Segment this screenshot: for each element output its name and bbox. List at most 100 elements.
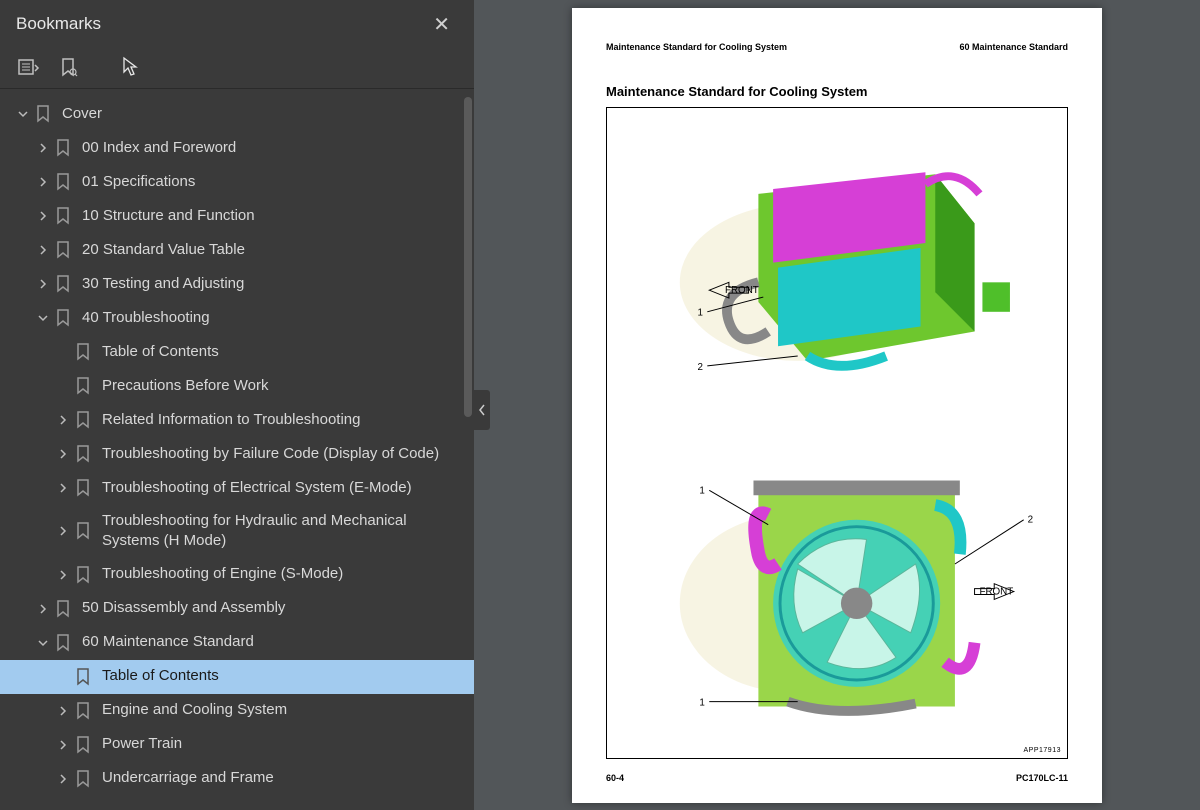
chevron-right-icon[interactable] (54, 774, 72, 784)
chevron-right-icon[interactable] (54, 740, 72, 750)
page-footer: 60-4 PC170LC-11 (606, 773, 1068, 783)
tree-row[interactable]: 30 Testing and Adjusting (0, 267, 474, 301)
tree-label: Table of Contents (102, 342, 464, 362)
bookmark-icon (72, 566, 94, 584)
bookmark-icon (52, 600, 74, 618)
bookmark-icon (52, 309, 74, 327)
tree-row[interactable]: 60 Maintenance Standard (0, 626, 474, 660)
pdf-page: Maintenance Standard for Cooling System … (572, 8, 1102, 803)
figure-top: FRONT 1 2 (611, 112, 1063, 433)
chevron-right-icon[interactable] (54, 415, 72, 425)
chevron-right-icon[interactable] (54, 483, 72, 493)
chevron-down-icon[interactable] (14, 109, 32, 119)
chevron-right-icon[interactable] (34, 604, 52, 614)
bookmark-icon (72, 522, 94, 540)
tree-row[interactable]: 01 Specifications (0, 165, 474, 199)
tree-label: Undercarriage and Frame (102, 768, 464, 788)
bookmark-icon (52, 207, 74, 225)
tree-label: 30 Testing and Adjusting (82, 274, 464, 294)
chevron-right-icon[interactable] (54, 449, 72, 459)
bookmark-icon (72, 736, 94, 754)
svg-text:2: 2 (697, 362, 702, 373)
tree-label: 01 Specifications (82, 172, 464, 192)
bookmark-icon (72, 377, 94, 395)
svg-text:FRONT: FRONT (979, 586, 1013, 597)
scrollbar-thumb[interactable] (464, 97, 472, 417)
footer-right: PC170LC-11 (1016, 773, 1068, 783)
chevron-down-icon[interactable] (34, 638, 52, 648)
tree-label: 60 Maintenance Standard (82, 632, 464, 652)
tree-row[interactable]: Table of Contents (0, 660, 474, 694)
collapse-panel-icon[interactable] (474, 390, 490, 430)
bookmark-icon (72, 770, 94, 788)
footer-left: 60-4 (606, 773, 624, 783)
chevron-down-icon[interactable] (34, 313, 52, 323)
tree-label: Related Information to Troubleshooting (102, 410, 464, 430)
tree-row[interactable]: Troubleshooting for Hydraulic and Mechan… (0, 505, 474, 558)
bookmark-icon (72, 445, 94, 463)
header-left: Maintenance Standard for Cooling System (606, 42, 787, 52)
tree-row[interactable]: Power Train (0, 728, 474, 762)
bookmarks-title: Bookmarks (16, 14, 101, 34)
bookmark-icon (52, 173, 74, 191)
tree-row-cover[interactable]: Cover (0, 97, 474, 131)
figure-container: FRONT 1 2 (606, 107, 1068, 759)
chevron-right-icon[interactable] (54, 570, 72, 580)
bookmark-icon (52, 241, 74, 259)
tree-label: Cover (62, 104, 464, 124)
tree-row[interactable]: Undercarriage and Frame (0, 762, 474, 796)
tree-label: 40 Troubleshooting (82, 308, 464, 328)
bookmark-icon (72, 343, 94, 361)
tree-label: Troubleshooting for Hydraulic and Mechan… (102, 511, 464, 552)
bookmark-icon (72, 702, 94, 720)
tree-row[interactable]: Related Information to Troubleshooting (0, 403, 474, 437)
tree-label: Precautions Before Work (102, 376, 464, 396)
bookmarks-tree[interactable]: Cover 00 Index and Foreword 01 Specificat… (0, 89, 474, 810)
tree-row[interactable]: 10 Structure and Function (0, 199, 474, 233)
svg-text:1: 1 (699, 485, 704, 496)
cursor-icon (122, 56, 140, 83)
tree-label: Power Train (102, 734, 464, 754)
page-running-header: Maintenance Standard for Cooling System … (606, 42, 1068, 56)
svg-text:FRONT: FRONT (725, 285, 759, 296)
chevron-right-icon[interactable] (34, 245, 52, 255)
chevron-right-icon[interactable] (34, 211, 52, 221)
bookmark-icon (52, 634, 74, 652)
chevron-right-icon[interactable] (34, 279, 52, 289)
chevron-right-icon[interactable] (54, 526, 72, 536)
tree-row[interactable]: 20 Standard Value Table (0, 233, 474, 267)
svg-text:2: 2 (1028, 515, 1033, 526)
tree-row[interactable]: Table of Contents (0, 335, 474, 369)
bookmark-icon (72, 411, 94, 429)
figure-id: APP17913 (1024, 747, 1061, 754)
chevron-right-icon[interactable] (34, 177, 52, 187)
cooling-system-iso-diagram: FRONT 1 2 (611, 112, 1063, 433)
tree-label: Troubleshooting of Electrical System (E-… (102, 478, 464, 498)
tree-row[interactable]: Troubleshooting of Engine (S-Mode) (0, 558, 474, 592)
tree-row[interactable]: Troubleshooting of Electrical System (E-… (0, 471, 474, 505)
find-bookmark-icon[interactable] (60, 58, 78, 78)
chevron-right-icon[interactable] (34, 143, 52, 153)
tree-label: 10 Structure and Function (82, 206, 464, 226)
bookmark-icon (52, 139, 74, 157)
tree-row[interactable]: 40 Troubleshooting (0, 301, 474, 335)
tree-row[interactable]: 00 Index and Foreword (0, 131, 474, 165)
tree-row[interactable]: 50 Disassembly and Assembly (0, 592, 474, 626)
cooling-system-front-diagram: FRONT 1 1 2 (611, 433, 1063, 754)
pdf-viewer[interactable]: Maintenance Standard for Cooling System … (474, 0, 1200, 810)
svg-text:1: 1 (697, 308, 702, 319)
figure-bottom: FRONT 1 1 2 (611, 433, 1063, 754)
chevron-right-icon[interactable] (54, 706, 72, 716)
header-right: 60 Maintenance Standard (959, 42, 1068, 52)
tree-label: Troubleshooting of Engine (S-Mode) (102, 564, 464, 584)
svg-text:1: 1 (699, 698, 704, 709)
options-menu-icon[interactable] (18, 59, 40, 77)
tree-row[interactable]: Troubleshooting by Failure Code (Display… (0, 437, 474, 471)
page-title: Maintenance Standard for Cooling System (606, 84, 1068, 99)
bookmarks-toolbar (0, 48, 474, 89)
tree-label: Table of Contents (102, 666, 464, 686)
tree-row[interactable]: Precautions Before Work (0, 369, 474, 403)
tree-label: 20 Standard Value Table (82, 240, 464, 260)
tree-row[interactable]: Engine and Cooling System (0, 694, 474, 728)
close-icon[interactable]: ✕ (425, 8, 458, 41)
